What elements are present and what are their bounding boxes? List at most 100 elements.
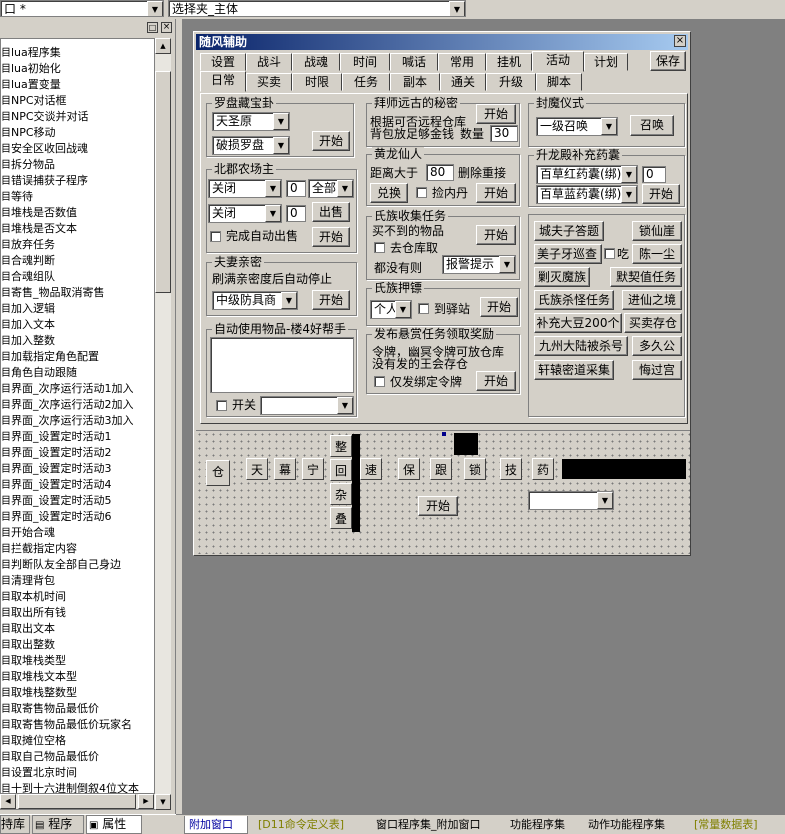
- fengmo-summon-button[interactable]: 召唤: [630, 115, 674, 136]
- list-item[interactable]: 目lua置变量: [1, 77, 154, 93]
- list-item[interactable]: 目界面_设置定时活动6: [1, 509, 154, 525]
- list-item[interactable]: 目加入逻辑: [1, 301, 154, 317]
- shemo-button[interactable]: 剿灭魔族: [534, 267, 590, 287]
- shizu-to-bank-checkbox[interactable]: [374, 242, 385, 253]
- close-icon[interactable]: ×: [161, 22, 172, 33]
- tab-tabs_row2-6[interactable]: 升级: [486, 73, 536, 91]
- tab-library[interactable]: 持库: [0, 815, 30, 834]
- xuanyuan-button[interactable]: 轩辕密道采集: [534, 360, 614, 380]
- tree-hscrollbar[interactable]: ◀ ▶: [0, 793, 155, 809]
- baishi-qty-input[interactable]: 30: [490, 125, 518, 142]
- tab-tabs_row2-1[interactable]: 买卖: [246, 73, 292, 91]
- chevron-down-icon[interactable]: ▼: [621, 186, 637, 203]
- chi-checkbox[interactable]: [604, 248, 615, 259]
- scroll-left-icon[interactable]: ◀: [0, 794, 16, 809]
- beijun-num-2[interactable]: 0: [286, 205, 306, 222]
- tab-tabs_row1-7[interactable]: 活动: [532, 51, 584, 72]
- list-item[interactable]: 目lua程序集: [1, 45, 154, 61]
- list-item[interactable]: 目取堆栈类型: [1, 653, 154, 669]
- beijun-num-1[interactable]: 0: [286, 180, 306, 197]
- list-item[interactable]: 目界面_设置定时活动1: [1, 429, 154, 445]
- shenglong-red-select[interactable]: 百草红药囊(绑) ▼: [536, 165, 638, 184]
- tab-tabs_row2-4[interactable]: 副本: [390, 73, 440, 91]
- scrollbar-thumb[interactable]: [155, 71, 171, 293]
- chevron-down-icon[interactable]: ▼: [337, 180, 353, 197]
- fuqi-start-button[interactable]: 开始: [312, 290, 350, 310]
- list-item[interactable]: 目加入文本: [1, 317, 154, 333]
- panel-vert-button-2[interactable]: 杂: [330, 483, 352, 505]
- dadou-button[interactable]: 补充大豆200个: [534, 313, 622, 333]
- list-item[interactable]: 目安全区收回战魂: [1, 141, 154, 157]
- shizu-escort-select[interactable]: 个人 ▼: [370, 300, 412, 319]
- chevron-down-icon[interactable]: ▼: [265, 180, 281, 197]
- list-item[interactable]: 目lua初始化: [1, 61, 154, 77]
- meizi-button[interactable]: 美子牙巡查: [534, 244, 602, 264]
- list-item[interactable]: 目界面_设置定时活动5: [1, 493, 154, 509]
- tab-tabs_row2-2[interactable]: 时限: [292, 73, 342, 91]
- chenyichen-button[interactable]: 陈一尘: [632, 244, 682, 264]
- shenglong-num-input[interactable]: 0: [642, 166, 666, 183]
- status-tab-4[interactable]: 动作功能程序集: [584, 816, 684, 834]
- huanglong-dist-input[interactable]: 80: [426, 164, 454, 181]
- tab-properties[interactable]: ▣ 属性: [86, 815, 142, 834]
- tab-tabs_row2-0[interactable]: 日常: [200, 71, 246, 92]
- suoxianya-button[interactable]: 锁仙崖: [632, 221, 682, 241]
- chevron-down-icon[interactable]: ▼: [337, 397, 353, 414]
- list-item[interactable]: 目开始合魂: [1, 525, 154, 541]
- tab-tabs_row2-3[interactable]: 任务: [342, 73, 390, 91]
- tab-program[interactable]: ▤ 程序: [32, 815, 84, 834]
- tab-tabs_row2-7[interactable]: 脚本: [536, 73, 582, 91]
- tab-tabs_row1-0[interactable]: 设置: [200, 53, 246, 71]
- tab-tabs_row1-6[interactable]: 挂机: [486, 53, 532, 71]
- shizu-inn-checkbox[interactable]: [418, 303, 429, 314]
- panel-button-btns_c-1[interactable]: 药: [532, 458, 554, 480]
- fengmo-select[interactable]: 一级召唤 ▼: [536, 117, 618, 136]
- jiuzhou-button[interactable]: 九州大陆被杀号: [534, 336, 628, 356]
- chevron-down-icon[interactable]: ▼: [265, 205, 281, 222]
- chevron-down-icon[interactable]: ▼: [395, 301, 411, 318]
- tab-tabs_row1-2[interactable]: 战魂: [292, 53, 340, 71]
- luopan-map-select[interactable]: 天圣原 ▼: [212, 112, 290, 131]
- list-item[interactable]: 目界面_设置定时活动2: [1, 445, 154, 461]
- tree-vscrollbar[interactable]: ▲ ▼: [155, 38, 171, 810]
- beijun-select-2[interactable]: 关闭 ▼: [208, 204, 282, 223]
- beijun-start-button[interactable]: 开始: [312, 227, 350, 247]
- chevron-down-icon[interactable]: ▼: [621, 166, 637, 183]
- panel-vert-button-0[interactable]: 整: [330, 435, 352, 457]
- list-item[interactable]: 目加载指定角色配置: [1, 349, 154, 365]
- tab-tabs_row1-4[interactable]: 喊话: [390, 53, 438, 71]
- list-item[interactable]: 目取堆栈整数型: [1, 685, 154, 701]
- list-item[interactable]: 目取摊位空格: [1, 733, 154, 749]
- shizu-collect-select[interactable]: 报警提示 ▼: [442, 255, 516, 274]
- cang-button[interactable]: 仓: [206, 460, 230, 486]
- list-item[interactable]: 目界面_次序运行活动2加入: [1, 397, 154, 413]
- tab-tabs_row1-3[interactable]: 时间: [340, 53, 390, 71]
- list-item[interactable]: 目合魂组队: [1, 269, 154, 285]
- panel-button-btns_a-1[interactable]: 幕: [274, 458, 296, 480]
- list-item[interactable]: 目取寄售物品最低价: [1, 701, 154, 717]
- chevron-down-icon[interactable]: ▼: [449, 1, 465, 16]
- tab-tabs_row1-5[interactable]: 常用: [438, 53, 486, 71]
- top-right-combo[interactable]: 选择夹_主体 ▼: [168, 0, 466, 17]
- chevron-down-icon[interactable]: ▼: [601, 118, 617, 135]
- tab-tabs_row1-8[interactable]: 计划: [584, 53, 628, 71]
- list-item[interactable]: 目NPC交谈并对话: [1, 109, 154, 125]
- list-item[interactable]: 目界面_设置定时活动3: [1, 461, 154, 477]
- reward-start-button[interactable]: 开始: [476, 371, 516, 391]
- huanglong-pick-checkbox[interactable]: [416, 187, 427, 198]
- chevron-down-icon[interactable]: ▼: [597, 492, 613, 509]
- moqi-button[interactable]: 默契值任务: [610, 267, 682, 287]
- huiguo-button[interactable]: 悔过宫: [632, 360, 682, 380]
- list-item[interactable]: 目取寄售物品最低价玩家名: [1, 717, 154, 733]
- list-item[interactable]: 目拆分物品: [1, 157, 154, 173]
- bottom-select[interactable]: ▼: [528, 491, 614, 510]
- list-item[interactable]: 目取自己物品最低价: [1, 749, 154, 765]
- save-button[interactable]: 保存: [650, 51, 686, 71]
- list-item[interactable]: 目清理背包: [1, 573, 154, 589]
- shizu-collect-start-button[interactable]: 开始: [476, 225, 516, 245]
- luopan-start-button[interactable]: 开始: [312, 131, 350, 151]
- list-item[interactable]: 目取堆栈文本型: [1, 669, 154, 685]
- chevron-down-icon[interactable]: ▼: [273, 113, 289, 130]
- scroll-up-icon[interactable]: ▲: [155, 38, 171, 54]
- beijun-sell-button[interactable]: 出售: [312, 202, 350, 222]
